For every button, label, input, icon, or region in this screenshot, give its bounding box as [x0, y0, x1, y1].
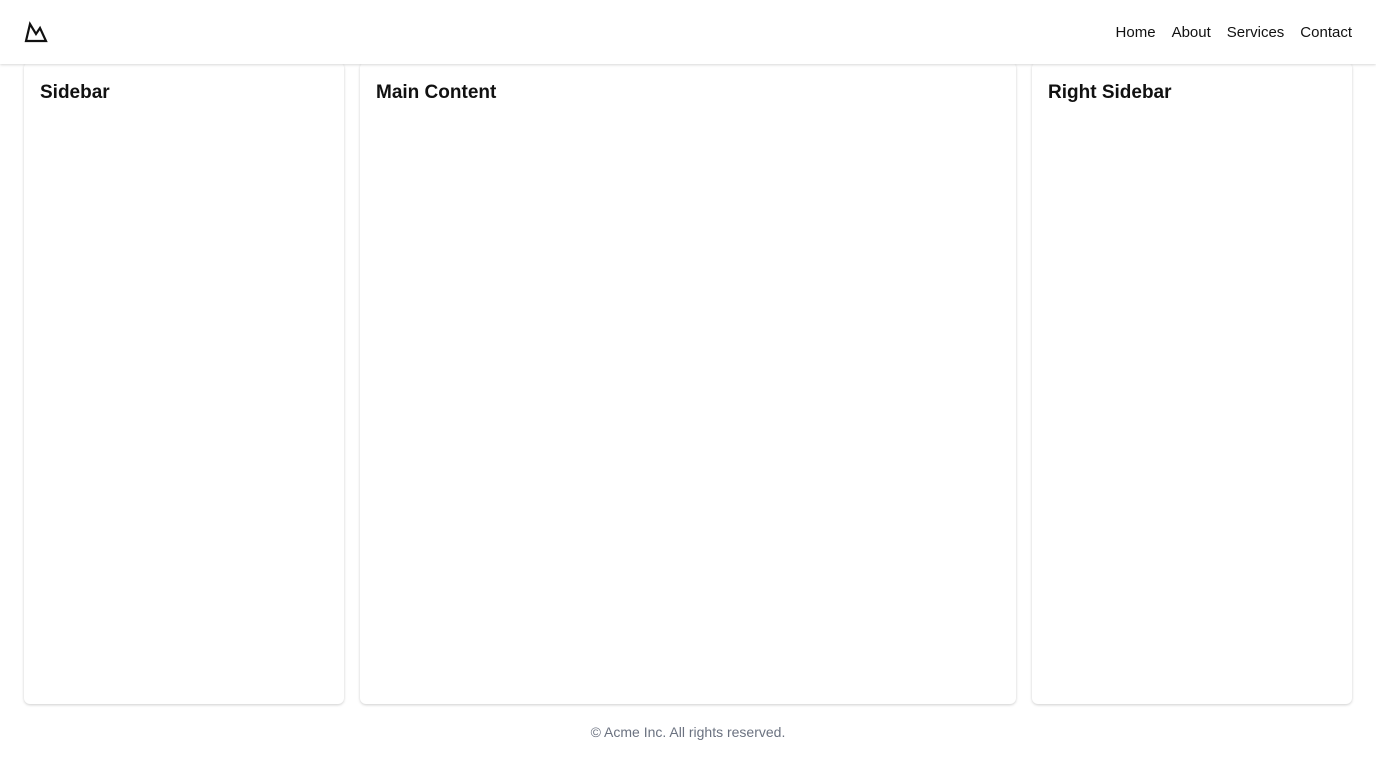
- nav-about-link[interactable]: About: [1172, 24, 1211, 41]
- nav-home-link[interactable]: Home: [1116, 24, 1156, 41]
- right-sidebar-title: Right Sidebar: [1048, 82, 1172, 103]
- top-navbar: Home About Services Contact: [0, 0, 1376, 64]
- nav-contact-link[interactable]: Contact: [1300, 24, 1352, 41]
- main-nav: Home About Services Contact: [1116, 0, 1352, 64]
- right-sidebar-panel: Right Sidebar: [1032, 62, 1352, 704]
- main-content-title: Main Content: [376, 82, 497, 103]
- footer: © Acme Inc. All rights reserved.: [0, 724, 1376, 740]
- left-sidebar-title: Sidebar: [40, 82, 110, 103]
- left-sidebar-panel: Sidebar: [24, 62, 344, 704]
- nav-services-link[interactable]: Services: [1227, 24, 1285, 41]
- logo-link[interactable]: [24, 21, 48, 43]
- footer-copyright: © Acme Inc. All rights reserved.: [590, 724, 786, 740]
- main-content-panel: Main Content: [360, 62, 1016, 704]
- mountain-icon: [24, 21, 48, 43]
